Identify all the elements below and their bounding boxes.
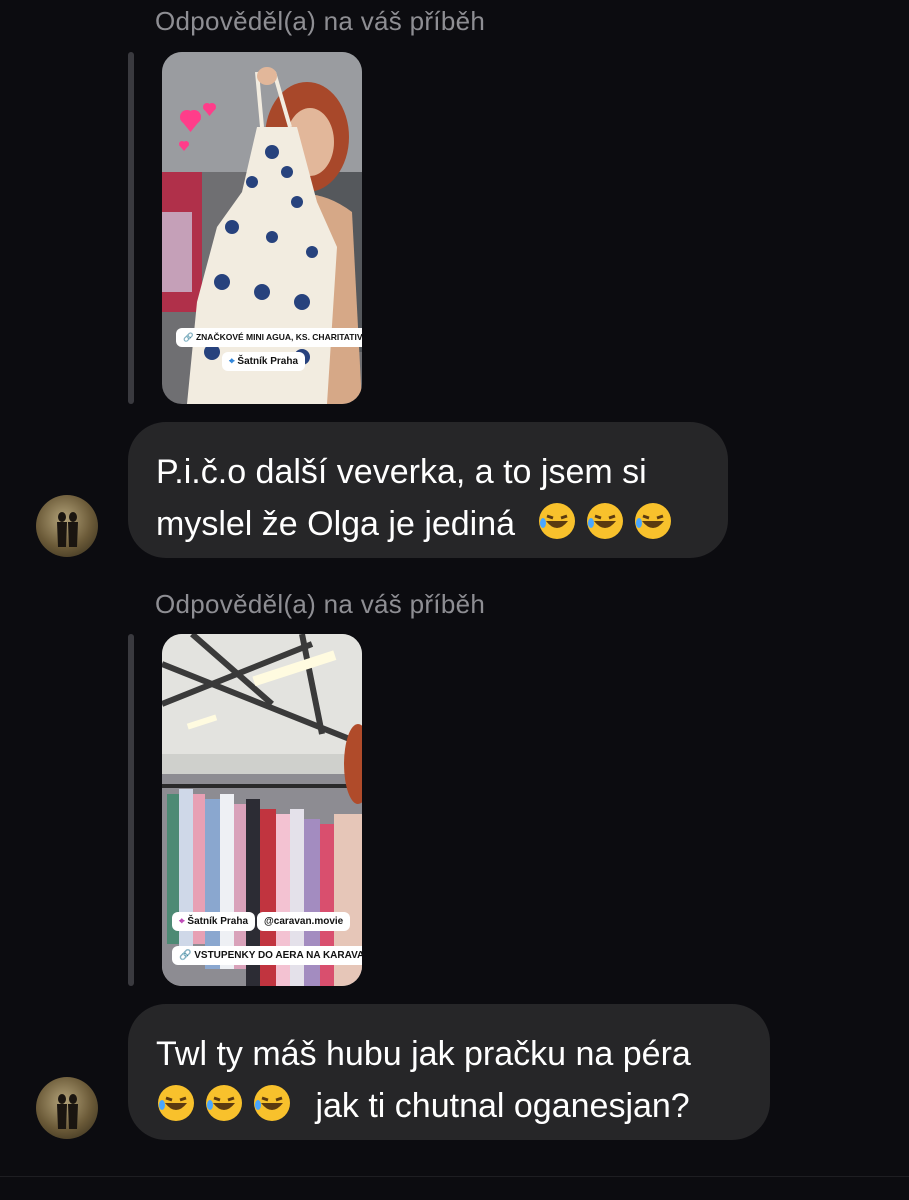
message-text: jak ti chutnal oganesjan? (315, 1087, 690, 1125)
laughing-emoji-icon (537, 501, 577, 541)
location-pin-icon: ⌖ (229, 356, 235, 367)
story-thumbnail[interactable]: 🔗 ZNAČKOVÉ MINI AGUA, KS. CHARITATIVNÍ D… (162, 52, 362, 404)
link-sticker[interactable]: 🔗 VSTUPENKY DO AERA NA KARAVAN ✋ (172, 946, 362, 965)
laughing-emoji-icon (585, 501, 625, 541)
avatar[interactable] (36, 495, 98, 557)
avatar-image (57, 1094, 78, 1129)
laughing-emoji-icon (156, 1083, 196, 1123)
location-sticker-text: Šatník Praha (237, 356, 299, 367)
avatar[interactable] (36, 1077, 98, 1139)
mention-sticker[interactable]: @caravan.movie (257, 912, 351, 931)
reply-bar (128, 634, 134, 986)
link-sticker-text: VSTUPENKY DO AERA NA KARAVAN (194, 950, 362, 961)
reply-bar (128, 52, 134, 404)
mention-sticker-text: @caravan.movie (264, 916, 344, 927)
location-sticker[interactable]: ⌖ Šatník Praha (172, 912, 256, 931)
link-sticker[interactable]: 🔗 ZNAČKOVÉ MINI AGUA, KS. CHARITATIVNÍ D… (176, 328, 362, 347)
link-icon: 🔗 (183, 332, 194, 342)
bottom-divider (0, 1176, 909, 1177)
story-reply-label: Odpověděl(a) na váš příběh (155, 6, 486, 36)
link-sticker-text: ZNAČKOVÉ MINI AGUA, KS. CHARITATIVNÍ DRA… (195, 332, 362, 342)
story-thumbnail[interactable]: ⌖ Šatník Praha @caravan.movie 🔗 VSTUPENK… (162, 634, 362, 986)
laughing-emoji-icon (633, 501, 673, 541)
laughing-emoji-icon (204, 1083, 244, 1123)
story-reply-label: Odpověděl(a) na váš příběh (155, 589, 486, 619)
location-sticker[interactable]: ⌖ Šatník Praha (222, 352, 306, 371)
story-image (162, 634, 362, 986)
message-text: myslel že Olga je jediná (156, 505, 516, 543)
message-bubble[interactable]: P.i.č.o další veverka, a to jsem si mysl… (128, 422, 728, 558)
message-bubble[interactable]: Twl ty máš hubu jak pračku na péra jak t… (128, 1004, 770, 1140)
laughing-emoji-icon (252, 1083, 292, 1123)
location-pin-icon: ⌖ (179, 916, 185, 927)
message-text-line-2: jak ti chutnal oganesjan? (156, 1080, 740, 1132)
message-text-line: Twl ty máš hubu jak pračku na péra (156, 1035, 691, 1073)
message-text-line: P.i.č.o další veverka, a to jsem si (156, 453, 647, 491)
location-sticker-text: Šatník Praha (187, 916, 249, 927)
avatar-image (57, 512, 78, 547)
message-text-line-2: myslel že Olga je jediná (156, 498, 698, 550)
link-icon: 🔗 (179, 950, 192, 961)
